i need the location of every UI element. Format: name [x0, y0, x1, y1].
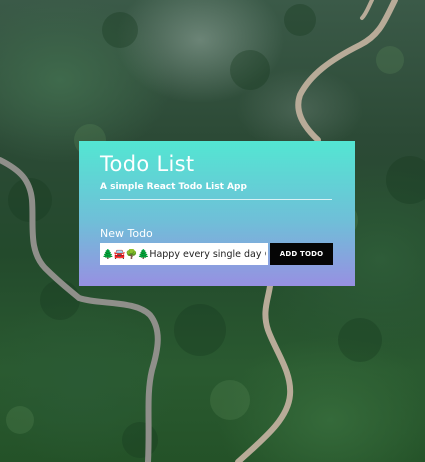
todo-input[interactable]	[100, 243, 268, 265]
todo-card: Todo List A simple React Todo List App N…	[79, 141, 355, 286]
app-title: Todo List	[100, 152, 195, 176]
add-todo-button[interactable]: ADD TODO	[270, 243, 333, 265]
app-subtitle: A simple React Todo List App	[100, 182, 247, 192]
header-divider	[100, 199, 332, 200]
new-todo-form: ADD TODO	[100, 243, 334, 265]
new-todo-label: New Todo	[100, 227, 153, 240]
